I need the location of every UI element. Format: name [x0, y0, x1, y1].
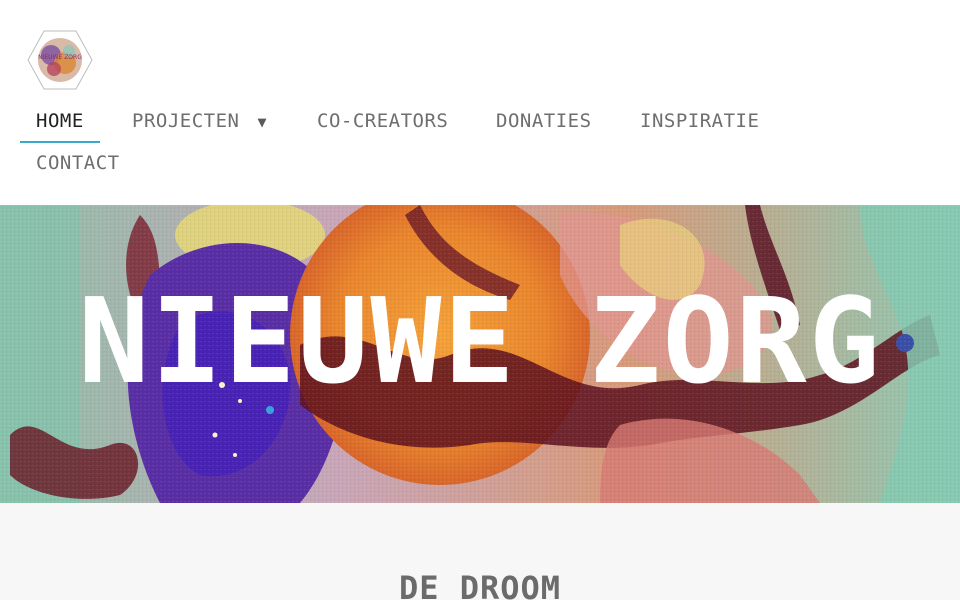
main-navigation: HOME PROJECTEN ▼ CO-CREATORS DONATIES INS… [0, 0, 960, 205]
nav-active-underline [20, 141, 100, 143]
hero-title: NIEUWE ZORG [78, 272, 882, 410]
nav-item-co-creators[interactable]: CO-CREATORS [317, 109, 448, 133]
nav-item-home[interactable]: HOME [36, 109, 84, 133]
site-header: NIEUWE ZORG HOME PROJECTEN ▼ CO-CREATORS … [0, 0, 960, 205]
nav-item-inspiratie[interactable]: INSPIRATIE [640, 109, 759, 133]
nav-item-contact[interactable]: CONTACT [36, 151, 120, 175]
nav-item-projecten[interactable]: PROJECTEN ▼ [132, 109, 267, 134]
chevron-down-icon[interactable]: ▼ [257, 110, 267, 134]
section-title: DE DROOM [398, 569, 562, 600]
nav-item-donaties[interactable]: DONATIES [496, 109, 592, 133]
nav-item-projecten-label: PROJECTEN [132, 110, 240, 132]
